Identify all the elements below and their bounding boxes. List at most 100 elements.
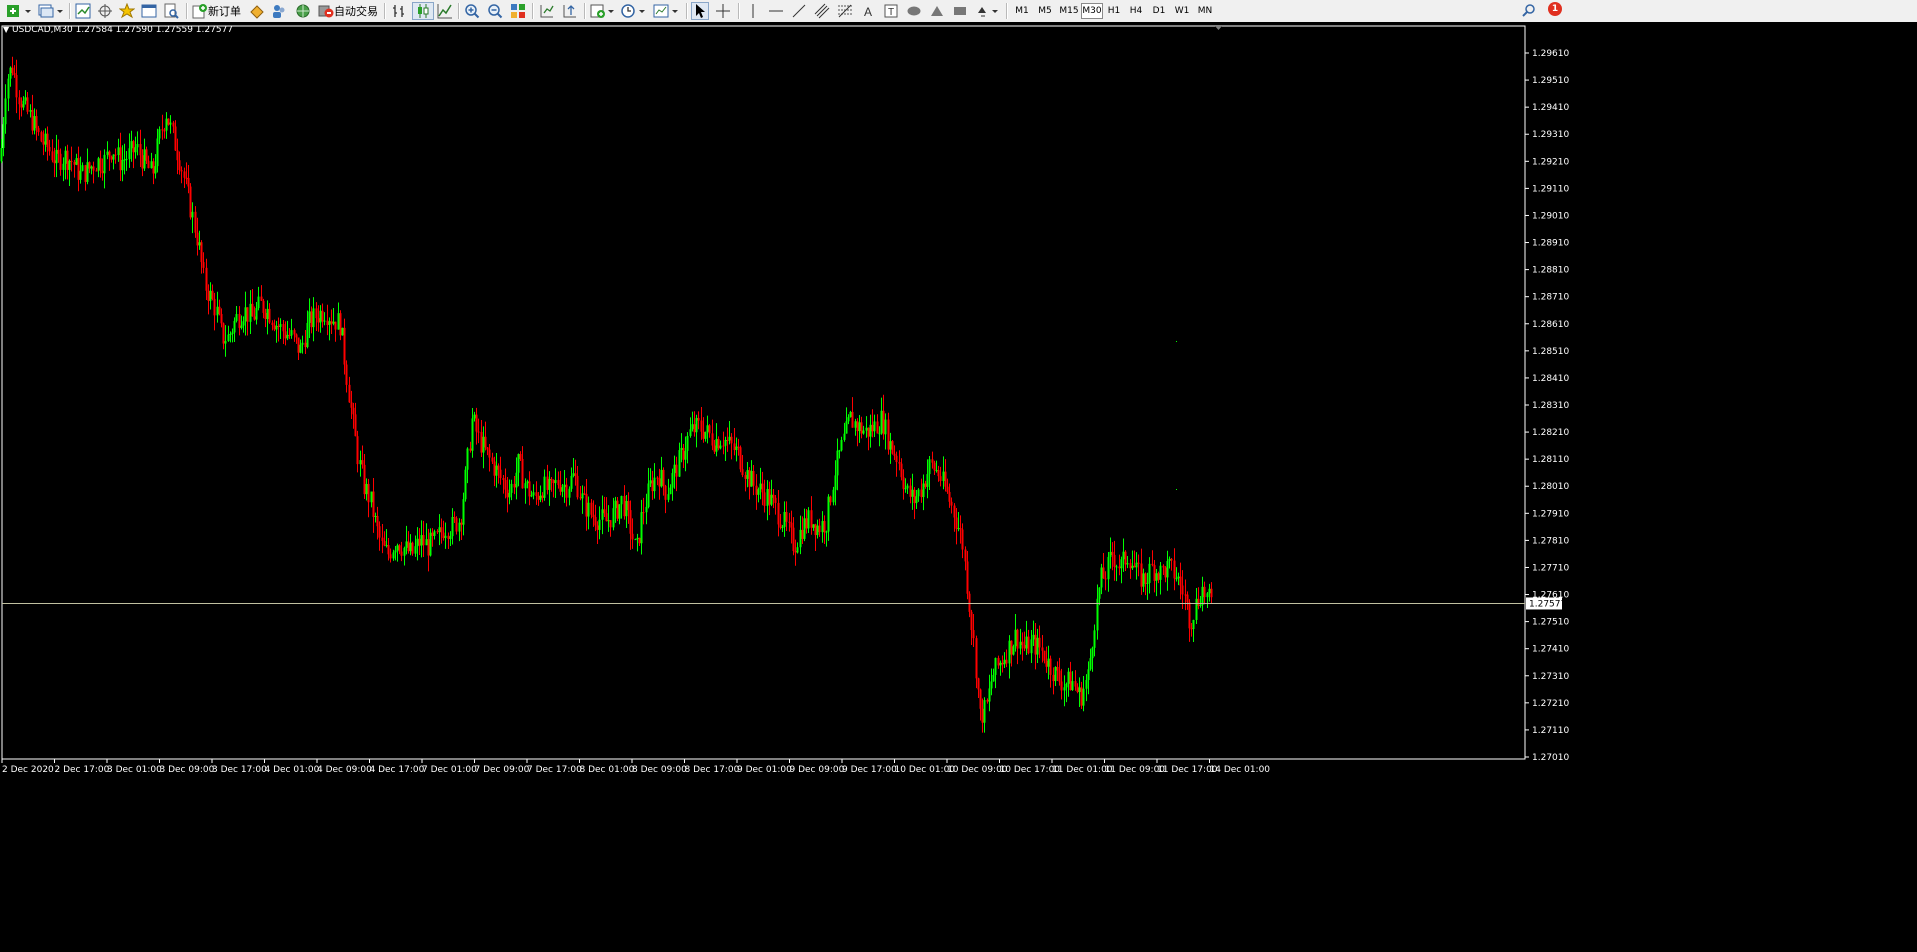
candle-body — [869, 424, 872, 437]
text-label-button[interactable]: T — [882, 2, 900, 20]
candle-body — [854, 421, 857, 428]
rectangle-button[interactable] — [951, 2, 969, 20]
chart-window[interactable]: 1.29610 1.29510 1.29410 1.29310 1.29210 1.291… — [0, 22, 1917, 952]
bar-chart-button[interactable] — [390, 2, 408, 20]
ellipse-button[interactable] — [905, 2, 923, 20]
signals-button[interactable] — [270, 2, 288, 20]
timeframe-h1[interactable]: H1 — [1104, 3, 1124, 19]
trendline-button[interactable] — [790, 2, 808, 20]
candle-body — [205, 267, 208, 291]
timeframe-m30[interactable]: M30 — [1081, 3, 1103, 19]
candle-body — [517, 454, 520, 473]
candle-body — [392, 552, 395, 559]
candle-body — [73, 161, 76, 165]
timeframe-d1[interactable]: D1 — [1149, 3, 1169, 19]
candle-body — [1041, 647, 1044, 651]
candle-body — [858, 422, 861, 432]
candle-body — [420, 535, 423, 546]
candle-body — [385, 545, 388, 547]
candle-body — [1069, 671, 1072, 691]
alert-badge[interactable]: 1 — [1548, 2, 1562, 16]
candle-body — [233, 320, 236, 333]
auto-trading-button[interactable]: 自动交易 — [318, 2, 378, 20]
candle-body — [1166, 561, 1169, 578]
candle-body — [1067, 671, 1070, 684]
data-window-button[interactable] — [96, 2, 114, 20]
main-toolbar: 新订单 自动交易 A T M1 M5 M15 M30 H1 H4 D1 W1 M… — [0, 0, 1917, 23]
x-tick-label: 8 Dec 09:00 — [632, 765, 687, 775]
candle-body — [70, 160, 73, 162]
templates-button[interactable] — [652, 2, 680, 20]
candle-body — [1098, 587, 1101, 599]
candle-body — [988, 688, 991, 702]
candle-body — [44, 133, 47, 145]
candle-body — [306, 322, 309, 348]
candle-body — [1091, 647, 1094, 659]
candle-body — [717, 438, 720, 449]
timeframe-mn[interactable]: MN — [1194, 3, 1216, 19]
market-watch-button[interactable] — [74, 2, 92, 20]
candle-body — [106, 151, 109, 155]
candle-body — [66, 150, 69, 170]
terminal-button[interactable] — [140, 2, 158, 20]
crosshair-tool-button[interactable] — [714, 2, 732, 20]
indicators-button[interactable] — [589, 2, 617, 20]
dropdown-triangle-icon[interactable]: ▼ — [3, 25, 9, 34]
candle-body — [796, 547, 799, 553]
y-tick-label: 1.27210 — [1532, 699, 1569, 709]
auto-scroll-button[interactable] — [538, 2, 556, 20]
timeframe-m5[interactable]: M5 — [1034, 3, 1056, 19]
y-tick-label: 1.28510 — [1532, 347, 1569, 357]
candle-body — [510, 483, 513, 493]
timeframe-h4[interactable]: H4 — [1126, 3, 1146, 19]
timeframe-m15[interactable]: M15 — [1057, 3, 1081, 19]
metaeditor-button[interactable] — [248, 2, 266, 20]
horizontal-line-button[interactable] — [767, 2, 785, 20]
profiles-button[interactable] — [36, 2, 66, 20]
candle-body — [744, 475, 747, 479]
navigator-button[interactable] — [118, 2, 136, 20]
timeframe-w1[interactable]: W1 — [1172, 3, 1192, 19]
tile-windows-button[interactable] — [509, 2, 527, 20]
candle-body — [1168, 558, 1171, 562]
candle-body — [431, 532, 434, 536]
candle-body — [40, 132, 43, 142]
candle-body — [592, 514, 595, 518]
arrows-button[interactable] — [974, 2, 1002, 20]
candle-body — [150, 161, 153, 169]
candle-body — [706, 425, 709, 432]
periods-button[interactable] — [620, 2, 648, 20]
new-order-button[interactable]: 新订单 — [192, 2, 244, 20]
equidistant-channel-button[interactable] — [813, 2, 831, 20]
candle-body — [625, 500, 628, 517]
zoom-out-button[interactable] — [486, 2, 504, 20]
market-button[interactable] — [292, 2, 314, 20]
candle-body — [198, 242, 201, 246]
candle-body — [642, 512, 645, 514]
candle-body — [1104, 578, 1107, 580]
candle-body — [1078, 687, 1081, 693]
candlestick-chart-button[interactable] — [412, 2, 434, 20]
x-tick-label: 3 Dec 09:00 — [160, 765, 215, 775]
candle-body — [75, 158, 78, 165]
fibonacci-button[interactable] — [836, 2, 854, 20]
zoom-in-button[interactable] — [463, 2, 481, 20]
text-tool-button[interactable]: A — [859, 2, 877, 20]
chart-shift-button[interactable] — [561, 2, 579, 20]
search-button[interactable] — [1520, 2, 1538, 20]
candle-body — [1063, 687, 1066, 691]
triangle-button[interactable] — [928, 2, 946, 20]
cursor-tool-button[interactable] — [691, 2, 709, 20]
line-chart-button[interactable] — [436, 2, 454, 20]
vertical-line-button[interactable] — [744, 2, 762, 20]
chart-shift-marker[interactable] — [1215, 26, 1222, 30]
price-chart[interactable]: 1.29610 1.29510 1.29410 1.29310 1.29210 1.291… — [0, 22, 1917, 952]
candle-body — [550, 478, 553, 481]
timeframe-m1[interactable]: M1 — [1011, 3, 1033, 19]
strategy-tester-button[interactable] — [162, 2, 180, 20]
candle-body — [42, 141, 45, 145]
new-chart-button[interactable] — [4, 2, 34, 20]
people-icon — [273, 5, 285, 18]
candle-body — [1122, 551, 1125, 560]
candle-body — [156, 138, 159, 167]
